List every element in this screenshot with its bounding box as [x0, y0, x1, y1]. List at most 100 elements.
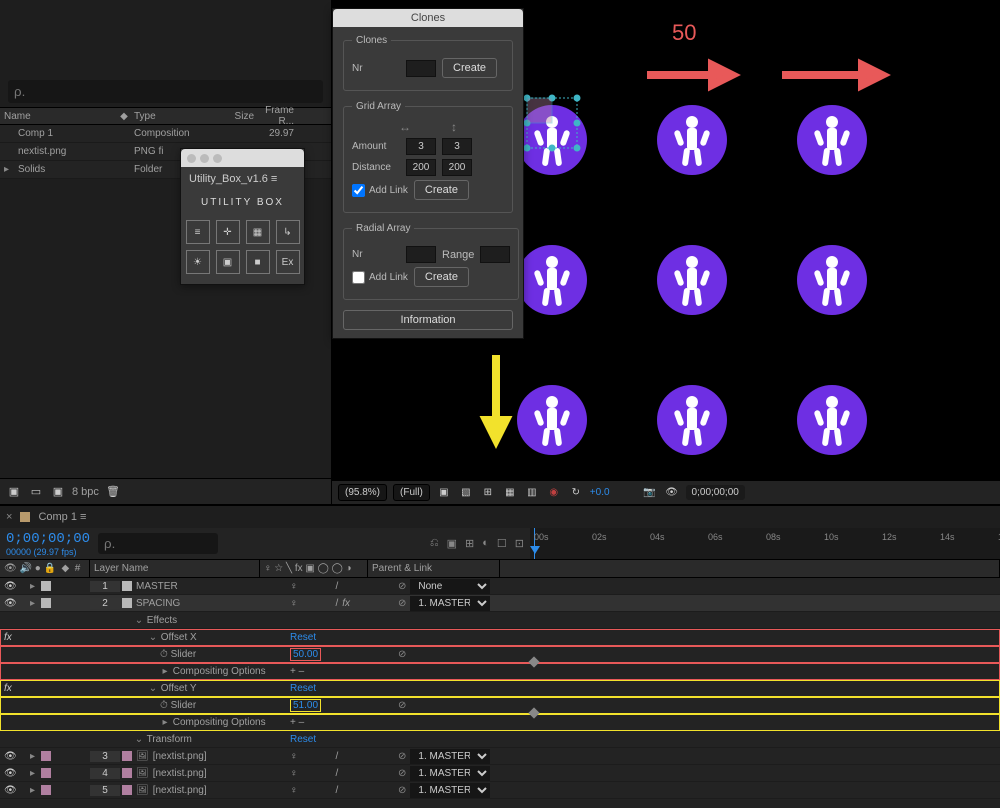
preview-timecode[interactable]: 0;00;00;00: [686, 485, 745, 500]
new-comp-icon[interactable]: ▣: [50, 484, 66, 500]
timeline-row[interactable]: ⏱ Slider50.00⊘: [0, 646, 1000, 663]
amount-x-input[interactable]: [406, 138, 436, 155]
timeline-row[interactable]: 👁 ▸3🖼[nextist.png]♀/⊘1. MASTER: [0, 748, 1000, 765]
ruler-tick: 12s: [882, 532, 897, 542]
tl-tool-icon[interactable]: ⊡: [515, 537, 524, 550]
timeline-row[interactable]: fx⌄ Offset YReset: [0, 680, 1000, 697]
arrow-v-icon: ↕: [451, 120, 457, 134]
parent-dropdown[interactable]: 1. MASTER: [410, 596, 490, 611]
timeline-search-input[interactable]: [98, 533, 218, 554]
time-ruler[interactable]: 00s02s04s06s08s10s12s14s16: [530, 528, 1000, 559]
utility-box-panel[interactable]: Utility_Box_v1.6 ≡ UTILITY BOX ≡✛▦↳☀▣■Ex: [180, 148, 305, 285]
tl-tool-icon[interactable]: ☐: [497, 537, 507, 550]
utility-tool-button[interactable]: ▣: [216, 250, 240, 274]
utility-tool-button[interactable]: ▦: [246, 220, 270, 244]
amount-y-input[interactable]: [442, 138, 472, 155]
playhead-caret[interactable]: [530, 546, 540, 554]
utility-tool-button[interactable]: ■: [246, 250, 270, 274]
timeline-row[interactable]: ⌄ TransformReset: [0, 731, 1000, 748]
parent-dropdown[interactable]: 1. MASTER: [410, 766, 490, 781]
fps-label: 00000 (29.97 fps): [6, 547, 90, 557]
ruler-tick: 00s: [534, 532, 549, 542]
utility-tool-button[interactable]: ≡: [186, 220, 210, 244]
ruler-tick: 06s: [708, 532, 723, 542]
utility-tool-button[interactable]: ☀: [186, 250, 210, 274]
toggle-safe-icon[interactable]: ▦: [502, 485, 518, 501]
folder-icon[interactable]: ▭: [28, 484, 44, 500]
timeline-row[interactable]: ▸ Compositing Options+ –: [0, 663, 1000, 680]
dist-x-input[interactable]: [406, 159, 436, 176]
clones-nr-input[interactable]: [406, 60, 436, 77]
utility-box-tab: Utility_Box_v1.6 ≡: [181, 167, 304, 191]
toggle-alpha-icon[interactable]: ▣: [436, 485, 452, 501]
grid-add-link-checkbox[interactable]: Add Link: [352, 184, 408, 197]
close-tab-icon[interactable]: ×: [6, 511, 12, 523]
timeline-row[interactable]: 👁 ▸4🖼[nextist.png]♀/⊘1. MASTER: [0, 765, 1000, 782]
radial-range-input[interactable]: [480, 246, 510, 263]
toggle-grid-icon[interactable]: ▥: [524, 485, 540, 501]
clones-panel[interactable]: Clones Clones Nr Create Grid Array ↔↕ Am…: [332, 8, 524, 339]
radial-array-section: Radial Array Nr Range Add Link Create: [343, 223, 519, 300]
tl-tool-icon[interactable]: ◐: [482, 537, 489, 550]
radial-add-link-checkbox[interactable]: Add Link: [352, 271, 408, 284]
utility-tool-button[interactable]: Ex: [276, 250, 300, 274]
tl-tool-icon[interactable]: ▣: [447, 537, 457, 550]
reset-exposure-icon[interactable]: ↻: [568, 485, 584, 501]
clones-nr-label: Nr: [352, 63, 400, 74]
mode-col: ♀ ☆ ╲ fx ▣ ◯ ◯ ◑: [260, 560, 368, 577]
clones-titlebar[interactable]: Clones: [333, 9, 523, 27]
parent-dropdown[interactable]: 1. MASTER: [410, 749, 490, 764]
current-timecode[interactable]: 0;00;00;00: [6, 531, 90, 547]
timeline-tab-name[interactable]: Comp 1 ≡: [38, 511, 86, 523]
toggle-mask-icon[interactable]: ▧: [458, 485, 474, 501]
clones-create-button[interactable]: Create: [442, 58, 497, 78]
dist-y-input[interactable]: [442, 159, 472, 176]
comp-label-icon: [20, 512, 30, 522]
timeline-row[interactable]: fx⌄ Offset XReset: [0, 629, 1000, 646]
timeline-row[interactable]: 👁 ▸2SPACING♀/fx⊘1. MASTER: [0, 595, 1000, 612]
zoom-dropdown[interactable]: (95.8%): [338, 484, 387, 501]
project-search-input[interactable]: [8, 80, 323, 103]
distance-label: Distance: [352, 162, 400, 173]
timeline-row[interactable]: ⏱ Slider51.00⊘: [0, 697, 1000, 714]
arrow-h-icon: ↔: [399, 120, 411, 134]
res-dropdown[interactable]: (Full): [393, 484, 430, 501]
radial-nr-input[interactable]: [406, 246, 436, 263]
col-type[interactable]: Type: [134, 111, 214, 122]
timeline-row[interactable]: 👁 ▸5🖼[nextist.png]♀/⊘1. MASTER: [0, 782, 1000, 799]
col-size[interactable]: Size: [214, 111, 254, 122]
interpret-icon[interactable]: ▣: [6, 484, 22, 500]
snapshot-icon[interactable]: 📷: [642, 485, 658, 501]
timeline-row[interactable]: 👁 ▸1MASTER♀/⊘None: [0, 578, 1000, 595]
bpc-label[interactable]: 8 bpc: [72, 486, 99, 498]
col-tag[interactable]: ◆: [114, 111, 134, 122]
timeline-row[interactable]: ▸ Compositing Options+ –: [0, 714, 1000, 731]
utility-tool-button[interactable]: ✛: [216, 220, 240, 244]
col-name[interactable]: Name: [4, 111, 114, 122]
radial-nr-label: Nr: [352, 249, 400, 260]
channel-icon[interactable]: ◉: [546, 485, 562, 501]
timeline-tabs: × Comp 1 ≡: [0, 506, 1000, 528]
show-snapshot-icon[interactable]: 👁: [664, 485, 680, 501]
radial-create-button[interactable]: Create: [414, 267, 469, 287]
ruler-tick: 10s: [824, 532, 839, 542]
parent-dropdown[interactable]: 1. MASTER: [410, 783, 490, 798]
grid-create-button[interactable]: Create: [414, 180, 469, 200]
ruler-tick: 14s: [940, 532, 955, 542]
tl-tool-icon[interactable]: ⎌: [430, 537, 439, 550]
project-item[interactable]: Comp 1Composition29.97: [0, 125, 331, 143]
utility-box-titlebar[interactable]: [181, 149, 304, 167]
utility-tool-button[interactable]: ↳: [276, 220, 300, 244]
tl-tool-icon[interactable]: ⊞: [465, 537, 474, 550]
toggle-guides-icon[interactable]: ⊞: [480, 485, 496, 501]
parent-dropdown[interactable]: None: [410, 579, 490, 594]
timeline-row[interactable]: ⌄ Effects: [0, 612, 1000, 629]
project-columns-header: Name ◆ Type Size Frame R...: [0, 107, 331, 125]
layer-name-col: Layer Name: [90, 560, 260, 577]
information-button[interactable]: Information: [343, 310, 513, 330]
col-frame[interactable]: Frame R...: [254, 105, 294, 127]
exposure-value[interactable]: +0.0: [590, 487, 610, 498]
project-footer: ▣ ▭ ▣ 8 bpc 🗑: [0, 478, 331, 504]
trash-icon[interactable]: 🗑: [105, 484, 121, 500]
amount-label: Amount: [352, 141, 400, 152]
